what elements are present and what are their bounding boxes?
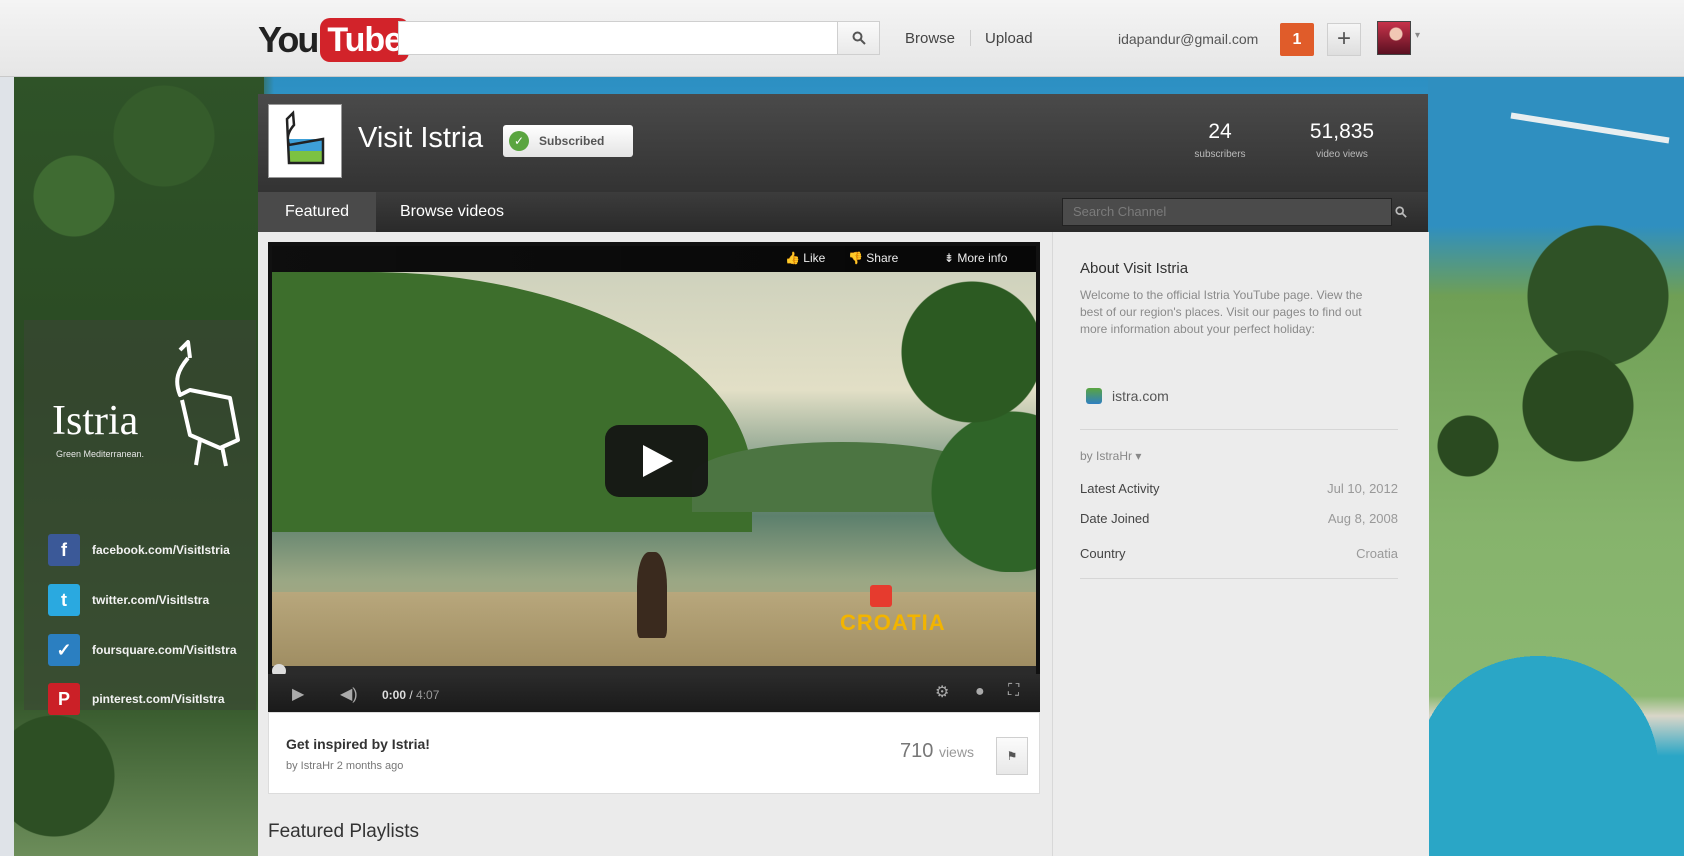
social-link-text: facebook.com/VisitIstria [92, 543, 230, 557]
logo-you-text: You [258, 19, 319, 60]
subscribers-count: 24 [1208, 120, 1232, 143]
fullscreen-icon[interactable]: ⛶ [1008, 682, 1019, 700]
search-button[interactable] [838, 21, 880, 55]
sidebar-divider [1080, 578, 1398, 579]
search-input[interactable] [398, 21, 838, 55]
notification-badge[interactable]: 1 [1280, 23, 1314, 56]
check-icon: ✓ [509, 131, 529, 151]
upload-link[interactable]: Upload [985, 30, 1033, 47]
twitter-icon: t [48, 584, 80, 616]
latest-activity-value: Jul 10, 2012 [1327, 481, 1398, 496]
chevron-down-icon: ▾ [1135, 449, 1142, 463]
play-button-large[interactable] [605, 425, 708, 497]
video-time: 0:00 / 4:07 [382, 688, 440, 702]
add-button[interactable]: + [1327, 23, 1361, 56]
channel-search-button[interactable] [1388, 198, 1414, 226]
channel-owner-text: by IstraHr [1080, 449, 1133, 463]
subscribed-label: Subscribed [539, 134, 605, 148]
like-button[interactable]: 👍 Like [785, 251, 825, 265]
featured-playlists-heading: Featured Playlists [268, 821, 420, 842]
share-label: Share [866, 251, 899, 265]
social-link-text: pinterest.com/VisitIstra [92, 692, 225, 706]
country-label: Country [1080, 546, 1126, 561]
subscribed-button[interactable]: ✓ Subscribed [503, 125, 633, 157]
social-link-foursquare[interactable]: ✓ foursquare.com/VisitIstra [48, 634, 237, 666]
volume-icon[interactable]: ◀) [340, 684, 358, 704]
flag-icon: ⚑ [1006, 749, 1018, 763]
like-label: Like [803, 251, 826, 265]
scene-people [637, 552, 667, 638]
channel-search-input[interactable]: Search Channel [1062, 198, 1392, 226]
account-email[interactable]: idapandur@gmail.com [1118, 31, 1258, 47]
video-views-count: 710 [900, 740, 934, 762]
website-link[interactable]: istra.com [1086, 388, 1169, 404]
tab-featured[interactable]: Featured [258, 192, 376, 232]
date-joined-value: Aug 8, 2008 [1327, 511, 1398, 526]
latest-activity-label: Latest Activity [1080, 481, 1160, 496]
sidebar-divider [1080, 429, 1398, 430]
more-info-button[interactable]: ⇟ More info [944, 251, 1007, 265]
play-icon[interactable]: ▶ [292, 684, 304, 704]
gear-icon[interactable]: ⚙ [935, 682, 949, 702]
channel-goat-icon [285, 110, 325, 165]
foursquare-icon: ✓ [48, 634, 80, 666]
youtube-logo[interactable]: You Tube [258, 18, 410, 62]
istria-tagline: Green Mediterranean. [56, 449, 145, 459]
facebook-icon: f [48, 534, 80, 566]
tab-browse-videos[interactable]: Browse videos [400, 192, 504, 232]
logo-tube-text: Tube [320, 18, 410, 62]
social-link-text: foursquare.com/VisitIstra [92, 643, 237, 657]
pinterest-icon: P [48, 683, 80, 715]
goat-logo-icon [175, 340, 240, 467]
search-icon [852, 31, 866, 45]
video-views-label: views [938, 744, 974, 760]
share-button[interactable]: 👎 Share [848, 251, 898, 265]
time-duration: 4:07 [416, 688, 440, 702]
flag-button[interactable]: ⚑ [996, 737, 1028, 775]
video-views-label: video views [1316, 149, 1368, 160]
date-joined-label: Date Joined [1080, 511, 1150, 526]
istria-brand-text: Istria [52, 398, 139, 444]
chevron-down-icon[interactable]: ▾ [1415, 30, 1420, 41]
country-value: Croatia [1356, 546, 1398, 561]
website-link-text: istra.com [1112, 388, 1169, 404]
video-byline: by IstraHr 2 months ago [286, 760, 404, 772]
social-link-twitter[interactable]: t twitter.com/VisitIstra [48, 584, 209, 616]
video-views: 710 views [900, 740, 974, 763]
croatia-watermark: CROATIA [840, 610, 946, 635]
about-title: About Visit Istria [1080, 260, 1189, 277]
background-right-coast [1428, 76, 1684, 856]
website-icon [1086, 388, 1102, 404]
avatar[interactable] [1377, 21, 1411, 55]
video-progress-bar[interactable] [272, 666, 1036, 674]
search-icon [1395, 206, 1407, 218]
scene-tree [872, 272, 1036, 572]
time-current: 0:00 [382, 688, 407, 702]
croatia-logo-mark [870, 585, 892, 607]
about-description: Welcome to the official Istria YouTube p… [1080, 288, 1363, 336]
subscribers-label: subscribers [1194, 149, 1246, 160]
video-title[interactable]: Get inspired by Istria! [286, 736, 430, 752]
nav-separator [970, 30, 971, 46]
channel-avatar[interactable] [268, 104, 342, 178]
channel-owner[interactable]: by IstraHr ▾ [1080, 449, 1141, 463]
channel-title: Visit Istria [358, 122, 484, 154]
annotations-icon[interactable]: ● [975, 683, 985, 701]
social-link-text: twitter.com/VisitIstra [92, 593, 210, 607]
social-link-facebook[interactable]: f facebook.com/VisitIstria [48, 534, 230, 566]
social-link-pinterest[interactable]: P pinterest.com/VisitIstra [48, 683, 225, 715]
more-info-label: More info [957, 251, 1008, 265]
video-top-bar [272, 246, 1036, 272]
browse-link[interactable]: Browse [905, 30, 955, 47]
video-views-count: 51,835 [1309, 120, 1375, 143]
